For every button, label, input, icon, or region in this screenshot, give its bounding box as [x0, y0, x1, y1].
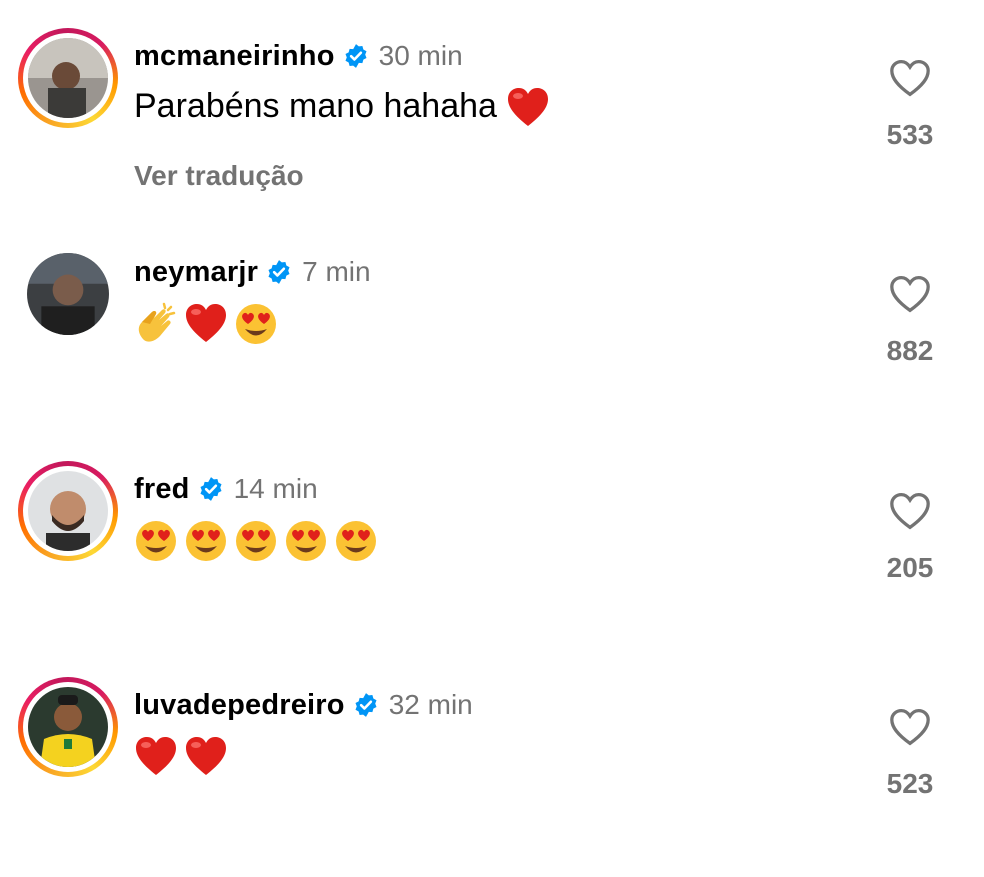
comment-item: fred 14 min 205 [0, 461, 984, 661]
heart-outline-icon[interactable] [888, 58, 932, 103]
avatar[interactable] [28, 687, 108, 767]
username[interactable]: luvadepedreiro [134, 689, 345, 722]
heart-eyes-emoji-icon [184, 519, 228, 563]
heart-eyes-emoji-icon [234, 519, 278, 563]
heart-outline-icon[interactable] [888, 274, 932, 319]
comment-time: 7 min [302, 256, 371, 287]
comment-time: 32 min [388, 689, 473, 720]
like-count: 523 [886, 768, 934, 799]
username[interactable]: mcmaneirinho [134, 40, 335, 73]
comment-text: Parabéns mano hahaha [134, 84, 556, 130]
verified-badge-icon [353, 692, 379, 718]
comment-text [134, 300, 284, 346]
heart-emoji-icon [184, 735, 228, 779]
verified-badge-icon [266, 259, 292, 285]
comment-text [134, 517, 384, 563]
avatar[interactable] [27, 253, 109, 335]
heart-eyes-emoji-icon [284, 519, 328, 563]
profile-picture-container[interactable] [18, 244, 118, 344]
story-ring[interactable] [18, 461, 118, 561]
heart-eyes-emoji-icon [334, 519, 378, 563]
like-count: 882 [886, 335, 934, 366]
story-ring[interactable] [18, 28, 118, 128]
avatar[interactable] [28, 471, 108, 551]
verified-badge-icon [343, 43, 369, 69]
like-count: 533 [886, 119, 934, 150]
avatar[interactable] [28, 38, 108, 118]
heart-outline-icon[interactable] [888, 491, 932, 536]
comment-item: mcmaneirinho 30 min Parabéns mano hahaha… [0, 28, 984, 228]
comment-text [134, 733, 234, 779]
comment-item: neymarjr 7 min 882 [0, 244, 984, 444]
username[interactable]: neymarjr [134, 256, 258, 289]
verified-badge-icon [198, 476, 224, 502]
heart-outline-icon[interactable] [888, 707, 932, 752]
story-ring[interactable] [18, 677, 118, 777]
heart-emoji-icon [184, 302, 228, 346]
username[interactable]: fred [134, 473, 190, 506]
like-count: 205 [886, 552, 934, 583]
heart-eyes-emoji-icon [234, 302, 278, 346]
clapping-hands-emoji-icon [134, 302, 178, 346]
see-translation-link[interactable]: Ver tradução [134, 160, 304, 192]
comment-item: luvadepedreiro 32 min 523 [0, 677, 984, 877]
heart-emoji-icon [134, 735, 178, 779]
heart-eyes-emoji-icon [134, 519, 178, 563]
comment-time: 14 min [233, 473, 318, 504]
heart-emoji-icon [506, 86, 550, 130]
comment-time: 30 min [378, 40, 463, 71]
